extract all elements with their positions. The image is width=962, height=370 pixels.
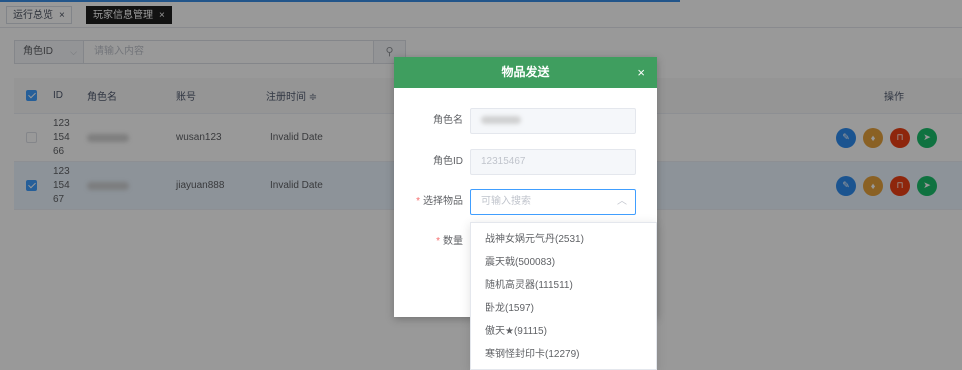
dropdown-option[interactable]: 傲天★(91115) [471,320,656,343]
required-mark: * [436,236,440,247]
role-name-field [470,108,636,134]
item-dropdown: 战神女娲元气丹(2531) 震天戟(500083) 随机高灵器(111511) … [470,222,657,370]
dropdown-option[interactable]: 寒钢怪封印卡(12279) [471,343,656,366]
dropdown-option[interactable]: 战神女娲元气丹(2531) [471,228,656,251]
role-name-label: 角色名 [433,115,463,126]
item-select-placeholder: 可输入搜索 [481,196,531,207]
chevron-up-icon: ︿ [617,196,627,207]
dialog-title: 物品发送 [501,65,550,79]
role-id-field: 12315467 [470,149,636,175]
quantity-label-text: 数量 [443,236,463,247]
item-select[interactable]: 可输入搜索 ︿ [470,189,636,215]
dropdown-option[interactable]: 震天戟(500083) [471,251,656,274]
dialog-header: 物品发送 × [394,57,657,88]
form-row-item: * 选择物品 可输入搜索 ︿ [394,189,657,215]
redacted-text [481,116,521,125]
form-row-role-name: 角色名 [394,108,657,134]
close-icon[interactable]: × [637,57,645,88]
item-label-text: 选择物品 [423,196,463,207]
form-row-role-id: 角色ID 12315467 [394,149,657,175]
dropdown-option[interactable]: 随机高灵器(111511) [471,274,656,297]
role-id-label: 角色ID [433,156,463,167]
quantity-label: * 数量 [436,229,463,255]
required-mark: * [416,196,420,207]
dropdown-option[interactable]: 卧龙(1597) [471,297,656,320]
item-label: * 选择物品 [416,189,463,215]
